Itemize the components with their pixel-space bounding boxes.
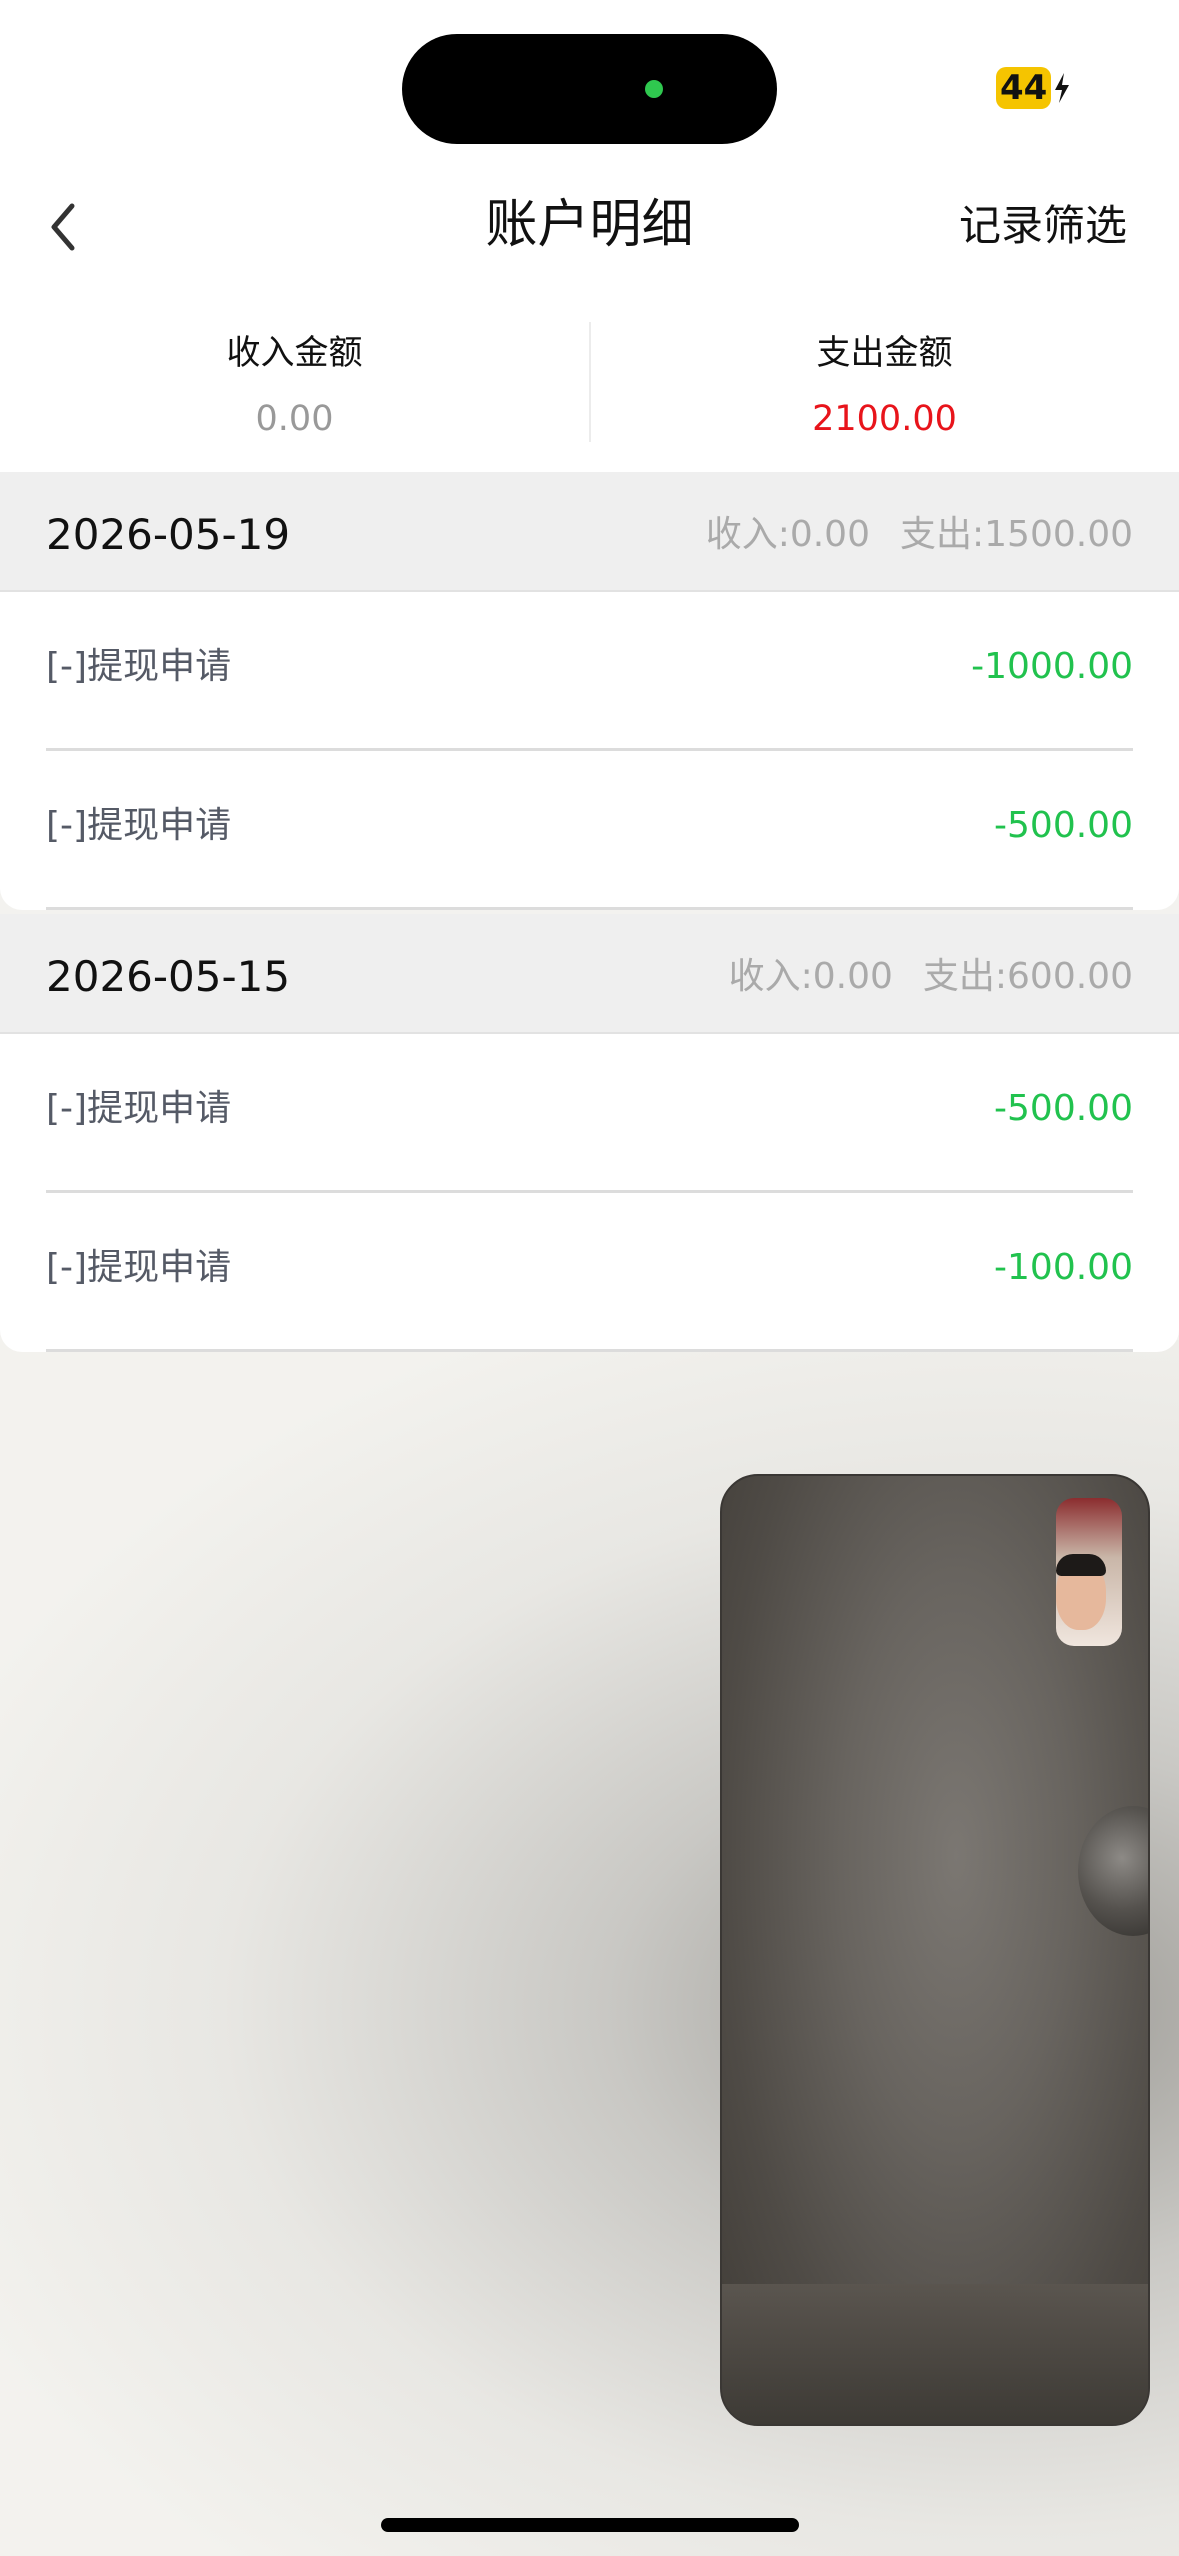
record-filter-button[interactable]: 记录筛选 (959, 196, 1127, 256)
item-label: [-]提现申请 (46, 1088, 232, 1129)
income-label: 收入金额 (226, 333, 363, 373)
self-view-thumbnail[interactable] (1056, 1498, 1122, 1646)
income-summary: 收入金额 0.00 (0, 328, 589, 444)
item-amount: -500.00 (994, 805, 1133, 846)
expense-label: 支出金额 (816, 333, 953, 373)
video-floor (722, 2284, 1148, 2424)
dynamic-island (402, 34, 777, 144)
group-totals: 收入:0.00 支出:600.00 (729, 952, 1133, 1002)
group-expense: 支出:600.00 (922, 956, 1133, 997)
group-expense: 支出:1500.00 (900, 514, 1133, 555)
item-amount: -1000.00 (971, 646, 1133, 687)
home-indicator[interactable] (381, 2518, 799, 2532)
date-group: 2026-05-19 收入:0.00 支出:1500.00 [-]提现申请 -10… (0, 472, 1179, 910)
date-group: 2026-05-15 收入:0.00 支出:600.00 [-]提现申请 -500… (0, 914, 1179, 1352)
self-view-hair (1056, 1554, 1106, 1576)
group-date: 2026-05-19 (46, 510, 291, 559)
item-amount: -100.00 (994, 1247, 1133, 1288)
list-item[interactable]: [-]提现申请 -500.00 (46, 751, 1133, 910)
battery-level: 44 (1000, 68, 1048, 108)
battery-level-highlight: 44 (996, 67, 1052, 109)
list-item[interactable]: [-]提现申请 -1000.00 (46, 592, 1133, 751)
group-header: 2026-05-19 收入:0.00 支出:1500.00 (0, 472, 1179, 592)
group-header: 2026-05-15 收入:0.00 支出:600.00 (0, 914, 1179, 1034)
list-item[interactable]: [-]提现申请 -500.00 (46, 1034, 1133, 1193)
item-amount: -500.00 (994, 1088, 1133, 1129)
battery-indicator: 44 (996, 66, 1071, 110)
group-income: 收入:0.00 (705, 514, 870, 555)
group-income: 收入:0.00 (728, 956, 893, 997)
camera-indicator-dot (645, 80, 663, 98)
item-label: [-]提现申请 (46, 646, 232, 687)
expense-value: 2100.00 (812, 399, 957, 439)
item-label: [-]提现申请 (46, 1247, 232, 1288)
expense-summary: 支出金额 2100.00 (590, 328, 1179, 444)
item-label: [-]提现申请 (46, 805, 232, 846)
bolt-icon (1055, 73, 1070, 103)
list-item[interactable]: [-]提现申请 -100.00 (46, 1193, 1133, 1352)
video-object (1078, 1806, 1148, 1936)
group-totals: 收入:0.00 支出:1500.00 (706, 510, 1133, 560)
group-date: 2026-05-15 (46, 952, 291, 1001)
income-value: 0.00 (255, 399, 334, 439)
